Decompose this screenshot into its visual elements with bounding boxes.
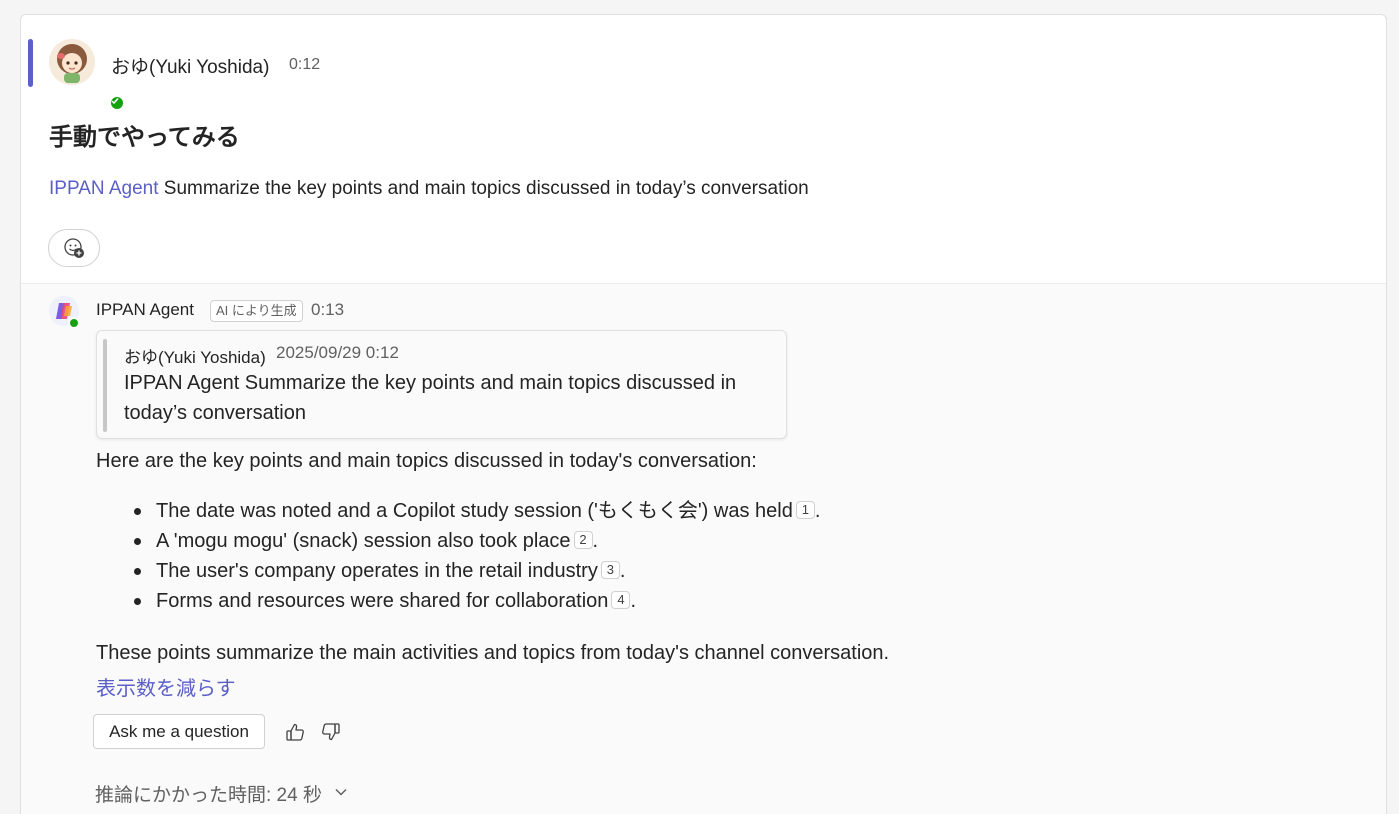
reasoning-time[interactable]: 推論にかかった時間: 24 秒 — [95, 780, 322, 807]
message-timestamp: 0:12 — [289, 56, 321, 73]
presence-available-icon — [109, 95, 125, 111]
quoted-message[interactable]: おゆ(Yuki Yoshida) 2025/09/29 0:12 IPPAN A… — [96, 330, 787, 439]
add-reaction-button[interactable] — [48, 229, 100, 267]
ask-question-button[interactable]: Ask me a question — [93, 714, 265, 749]
message-text: Summarize the key points and main topics… — [158, 178, 809, 199]
agent-name[interactable]: IPPAN Agent — [96, 300, 194, 320]
citation-marker[interactable]: 2 — [573, 531, 593, 549]
list-item-text: The date was noted and a Copilot study s… — [156, 500, 793, 522]
agent-reply: IPPAN Agent AI により生成 0:13 おゆ(Yuki Yoshid… — [21, 283, 1386, 814]
agent-mention[interactable]: IPPAN Agent — [49, 178, 159, 199]
presence-available-icon — [68, 317, 80, 329]
avatar[interactable] — [49, 39, 125, 111]
quote-date: 2025/09/29 0:12 — [276, 343, 399, 362]
list-item-text: Forms and resources were shared for coll… — [156, 590, 609, 612]
quote-text: IPPAN Agent Summarize the key points and… — [124, 372, 737, 424]
key-points-list: The date was noted and a Copilot study s… — [96, 496, 820, 616]
unread-accent-bar — [28, 39, 33, 87]
quote-bar — [103, 339, 107, 432]
reply-closing: These points summarize the main activiti… — [96, 642, 890, 664]
list-item-text: The user's company operates in the retai… — [156, 560, 598, 582]
reply-timestamp: 0:13 — [311, 300, 345, 319]
citation-marker[interactable]: 4 — [611, 591, 631, 609]
thumbs-down-icon[interactable] — [320, 721, 342, 743]
list-item: The date was noted and a Copilot study s… — [96, 496, 820, 526]
list-item: The user's company operates in the retai… — [96, 556, 820, 586]
show-less-link[interactable]: 表示数を減らす — [96, 672, 236, 701]
ai-generated-badge: AI により生成 — [210, 300, 303, 322]
add-reaction-icon — [64, 238, 84, 258]
reply-intro: Here are the key points and main topics … — [96, 450, 757, 472]
citation-marker[interactable]: 3 — [600, 561, 620, 579]
conversation-card: おゆ(Yuki Yoshida) 0:12 手動でやってみる IPPAN Age… — [20, 14, 1387, 814]
message-subject: 手動でやってみる — [49, 124, 240, 151]
list-item: A 'mogu mogu' (snack) session also took … — [96, 526, 820, 556]
user-avatar-icon — [49, 39, 95, 85]
sender-name[interactable]: おゆ(Yuki Yoshida) — [111, 52, 269, 79]
list-item: Forms and resources were shared for coll… — [96, 586, 820, 616]
thumbs-up-icon[interactable] — [284, 721, 306, 743]
list-item-text: A 'mogu mogu' (snack) session also took … — [156, 530, 571, 552]
message-body: IPPAN Agent Summarize the key points and… — [49, 178, 809, 200]
citation-marker[interactable]: 1 — [795, 501, 815, 519]
chevron-down-icon[interactable] — [333, 784, 349, 800]
quote-author: おゆ(Yuki Yoshida) — [124, 348, 266, 367]
